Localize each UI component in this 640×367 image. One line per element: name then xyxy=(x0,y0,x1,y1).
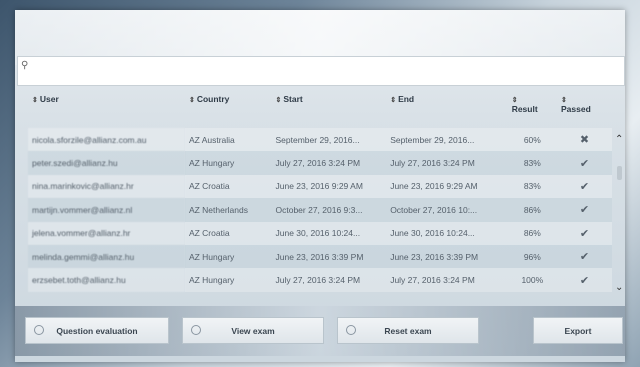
table-row[interactable]: peter.szedi@allianz.hu AZ Hungary July 2… xyxy=(28,151,612,175)
passed-check-icon: ✔ xyxy=(556,151,612,175)
cell-user: martijn.vommer@allianz.nl xyxy=(28,198,185,222)
reset-exam-button[interactable]: Reset exam xyxy=(337,317,479,344)
cell-end: July 27, 2016 3:24 PM xyxy=(386,151,508,175)
cell-country: AZ Hungary xyxy=(184,268,272,292)
sort-icon: ⇕ xyxy=(560,97,567,104)
column-header-end[interactable]: ⇕ End xyxy=(386,92,508,128)
search-bar[interactable]: ⚲ xyxy=(17,56,625,86)
column-header-country[interactable]: ⇕ Country xyxy=(185,92,272,128)
cell-end: June 23, 2016 9:29 AM xyxy=(386,174,508,199)
sort-icon: ⇕ xyxy=(32,97,38,104)
cell-result: 100% xyxy=(507,268,557,292)
cell-start: June 23, 2016 3:39 PM xyxy=(271,244,387,269)
cell-start: July 27, 2016 3:24 PM xyxy=(271,151,387,175)
cell-result: 83% xyxy=(507,151,557,175)
cell-user: erzsebet.toth@allianz.hu xyxy=(28,268,185,292)
cell-start: October 27, 2016 9:3... xyxy=(271,198,387,222)
sort-icon: ⇕ xyxy=(511,97,518,104)
column-header-start[interactable]: ⇕ Start xyxy=(272,92,387,128)
info-circle-icon xyxy=(34,325,44,335)
cell-result: 83% xyxy=(507,174,557,199)
search-icon: ⚲ xyxy=(21,60,29,71)
cell-start: July 27, 2016 3:24 PM xyxy=(271,268,387,292)
sort-icon: ⇕ xyxy=(390,97,397,104)
cell-end: September 29, 2016... xyxy=(386,128,508,152)
table-row[interactable]: martijn.vommer@allianz.nl AZ Netherlands… xyxy=(28,198,612,222)
cell-start: September 29, 2016... xyxy=(271,128,387,152)
scrollbar-thumb[interactable] xyxy=(617,166,622,180)
table-row[interactable]: jelena.vommer@allianz.hr AZ Croatia June… xyxy=(28,221,612,245)
results-table: ⇕ User ⇕ Country ⇕ Start ⇕ End ⇕ Result ⇕ Pass… xyxy=(28,92,612,292)
table-row[interactable]: melinda.gemmi@allianz.hu AZ Hungary June… xyxy=(28,244,612,269)
cell-user: jelena.vommer@allianz.hr xyxy=(28,221,185,245)
column-header-passed[interactable]: ⇕ Passed xyxy=(557,92,612,128)
passed-check-icon: ✔ xyxy=(556,174,612,199)
reset-exam-label: Reset exam xyxy=(384,325,432,336)
cell-country: AZ Netherlands xyxy=(184,198,272,222)
column-header-user[interactable]: ⇕ User xyxy=(28,92,185,128)
chevron-down-icon[interactable]: ⌄ xyxy=(615,282,623,293)
question-evaluation-button[interactable]: Question evaluation xyxy=(25,317,169,344)
cell-result: 60% xyxy=(507,128,557,152)
cell-result: 86% xyxy=(507,221,557,245)
cell-country: AZ Hungary xyxy=(184,151,272,175)
table-row[interactable]: nina.marinkovic@allianz.hr AZ Croatia Ju… xyxy=(28,174,612,199)
cell-country: AZ Hungary xyxy=(184,244,272,269)
cell-user: nicola.sforzile@allianz.com.au xyxy=(28,128,185,152)
cell-end: June 23, 2016 3:39 PM xyxy=(386,244,508,269)
chevron-up-icon[interactable]: ⌃ xyxy=(615,134,623,145)
cell-result: 96% xyxy=(507,244,557,269)
cell-country: AZ Australia xyxy=(184,128,272,152)
cell-user: melinda.gemmi@allianz.hu xyxy=(28,244,185,269)
sort-icon: ⇕ xyxy=(275,97,282,104)
column-header-result[interactable]: ⇕ Result xyxy=(508,92,557,128)
table-row[interactable]: nicola.sforzile@allianz.com.au AZ Austra… xyxy=(28,128,612,152)
table-header-row: ⇕ User ⇕ Country ⇕ Start ⇕ End ⇕ Result ⇕ Pass… xyxy=(28,92,612,128)
cell-result: 86% xyxy=(507,198,557,222)
question-evaluation-label: Question evaluation xyxy=(56,325,138,336)
passed-check-icon: ✔ xyxy=(556,268,612,292)
cell-start: June 23, 2016 9:29 AM xyxy=(271,174,387,199)
search-input[interactable] xyxy=(32,59,620,85)
cell-end: June 30, 2016 10:24... xyxy=(386,221,508,245)
info-circle-icon xyxy=(346,325,356,335)
cell-user: peter.szedi@allianz.hu xyxy=(28,151,185,175)
cell-end: July 27, 2016 3:24 PM xyxy=(386,268,508,292)
export-button[interactable]: Export xyxy=(533,317,623,344)
table-row[interactable]: erzsebet.toth@allianz.hu AZ Hungary July… xyxy=(28,268,612,292)
cell-start: June 30, 2016 10:24... xyxy=(271,221,387,245)
cell-country: AZ Croatia xyxy=(184,174,272,199)
cell-country: AZ Croatia xyxy=(184,221,272,245)
view-exam-label: View exam xyxy=(231,325,275,336)
sort-icon: ⇕ xyxy=(188,97,195,104)
passed-check-icon: ✔ xyxy=(556,244,612,269)
table-scrollbar[interactable]: ⌃ ⌄ xyxy=(614,134,625,304)
passed-check-icon: ✔ xyxy=(556,198,612,222)
cell-end: October 27, 2016 10:... xyxy=(386,198,508,222)
failed-icon: ✖ xyxy=(556,128,612,152)
passed-check-icon: ✔ xyxy=(556,221,612,245)
info-circle-icon xyxy=(191,325,201,335)
cell-user: nina.marinkovic@allianz.hr xyxy=(28,174,185,199)
export-label: Export xyxy=(564,325,592,336)
view-exam-button[interactable]: View exam xyxy=(182,317,324,344)
